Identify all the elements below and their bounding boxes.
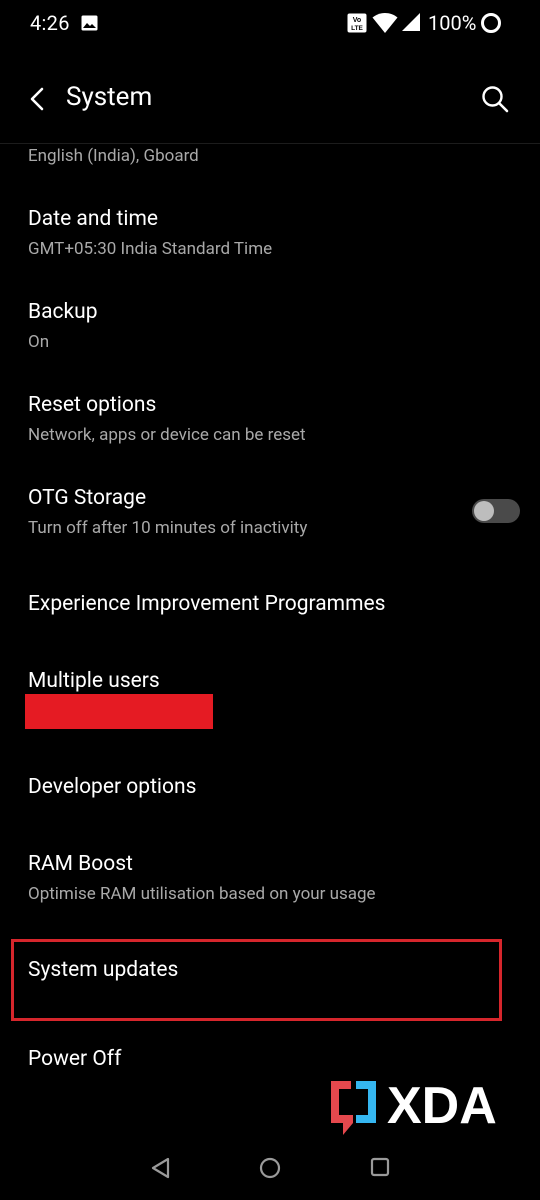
signal-icon — [402, 13, 420, 31]
backup-title: Backup — [28, 300, 98, 324]
multiple-users-title: Multiple users — [28, 669, 160, 693]
reset-options-subtitle: Network, apps or device can be reset — [28, 425, 306, 445]
back-arrow-icon[interactable] — [26, 86, 50, 112]
toggle-knob — [474, 501, 494, 521]
battery-icon — [481, 13, 501, 33]
date-time-subtitle: GMT+05:30 India Standard Time — [28, 239, 273, 259]
status-time: 4:26 — [30, 11, 70, 35]
ram-boost-subtitle: Optimise RAM utilisation based on your u… — [28, 884, 376, 904]
battery-percentage: 100% — [428, 11, 477, 35]
watermark-text: XDA — [387, 1077, 497, 1135]
nav-home-icon[interactable] — [257, 1155, 283, 1181]
power-off-title: Power Off — [28, 1047, 122, 1071]
otg-storage-title: OTG Storage — [28, 486, 147, 510]
page-title: System — [66, 82, 153, 112]
languages-subtitle: English (India), Gboard — [28, 146, 199, 166]
reset-options-title: Reset options — [28, 393, 157, 417]
svg-text:LTE: LTE — [351, 25, 363, 32]
app-bar-divider — [0, 143, 540, 144]
date-time-title: Date and time — [28, 207, 159, 231]
ram-boost-title: RAM Boost — [28, 852, 133, 876]
redaction-bar — [25, 694, 213, 729]
svg-text:Vo: Vo — [353, 17, 361, 24]
otg-storage-subtitle: Turn off after 10 minutes of inactivity — [28, 518, 308, 538]
navigation-bar — [0, 1140, 540, 1200]
backup-subtitle: On — [28, 332, 50, 352]
highlight-box — [11, 939, 502, 1021]
otg-storage-toggle[interactable] — [472, 499, 520, 523]
app-bar: System — [0, 60, 540, 140]
experience-improvement-title: Experience Improvement Programmes — [28, 592, 386, 616]
gallery-icon — [81, 15, 98, 31]
search-icon[interactable] — [480, 84, 510, 114]
developer-options-title: Developer options — [28, 775, 197, 799]
status-bar: 4:26 Vo LTE 100% — [0, 0, 540, 46]
xda-logo: XDA — [331, 1077, 497, 1135]
nav-recents-icon[interactable] — [368, 1155, 392, 1179]
nav-back-icon[interactable] — [148, 1155, 174, 1181]
volte-icon: Vo LTE — [347, 13, 367, 33]
wifi-icon — [372, 13, 398, 33]
